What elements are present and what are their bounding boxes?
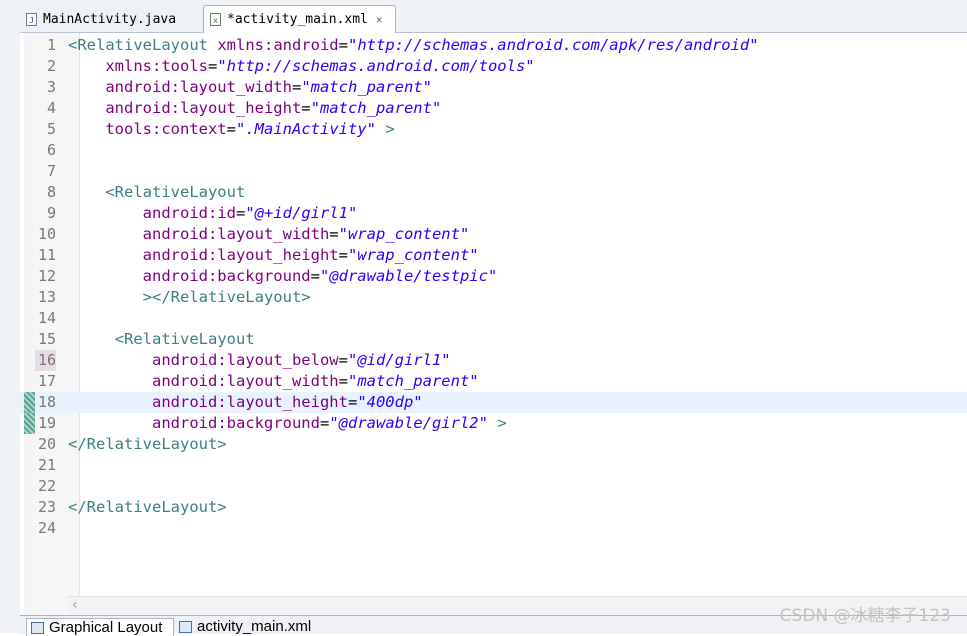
close-icon[interactable]: ✕ bbox=[376, 13, 383, 26]
code-line-9[interactable]: 9 android:id="@+id/girl1" bbox=[20, 203, 967, 224]
code-line-15[interactable]: 15 <RelativeLayout bbox=[20, 329, 967, 350]
xml-file-icon bbox=[179, 621, 192, 633]
code-line-8[interactable]: 8 <RelativeLayout bbox=[20, 182, 967, 203]
tab-mainactivity-java[interactable]: J MainActivity.java bbox=[20, 6, 202, 32]
code-line-23[interactable]: 23 </RelativeLayout> bbox=[20, 497, 967, 518]
tab-label: Graphical Layout bbox=[49, 619, 163, 636]
code-line-10[interactable]: 10 android:layout_width="wrap_content" bbox=[20, 224, 967, 245]
code-line-13[interactable]: 13 ></RelativeLayout> bbox=[20, 287, 967, 308]
tab-xml-source[interactable]: activity_main.xml bbox=[178, 618, 311, 636]
code-line-7[interactable]: 7 bbox=[20, 161, 967, 182]
code-line-18[interactable]: 18 android:layout_height="400dp" bbox=[20, 392, 967, 413]
code-line-20[interactable]: 20 </RelativeLayout> bbox=[20, 434, 967, 455]
code-line-19[interactable]: 19 android:background="@drawable/girl2" … bbox=[20, 413, 967, 434]
code-line-3[interactable]: 3 android:layout_width="match_parent" bbox=[20, 77, 967, 98]
code-line-22[interactable]: 22 bbox=[20, 476, 967, 497]
left-trim bbox=[0, 32, 21, 633]
editor-tab-bar: J MainActivity.java x *activity_main.xml… bbox=[0, 0, 967, 33]
layout-icon bbox=[31, 622, 44, 634]
scroll-left-icon[interactable]: ‹ bbox=[72, 597, 78, 613]
code-line-14[interactable]: 14 bbox=[20, 308, 967, 329]
code-line-21[interactable]: 21 bbox=[20, 455, 967, 476]
java-file-icon: J bbox=[26, 12, 37, 26]
change-marker bbox=[24, 392, 35, 413]
code-line-5[interactable]: 5 tools:context=".MainActivity" > bbox=[20, 119, 967, 140]
code-line-11[interactable]: 11 android:layout_height="wrap_content" bbox=[20, 245, 967, 266]
tab-activity-main-xml[interactable]: x *activity_main.xml ✕ bbox=[203, 5, 396, 33]
tab-label: activity_main.xml bbox=[197, 618, 312, 635]
tab-graphical-layout[interactable]: Graphical Layout bbox=[26, 618, 174, 636]
code-line-6[interactable]: 6 bbox=[20, 140, 967, 161]
xml-file-icon: x bbox=[210, 13, 221, 26]
code-lines: 1 <RelativeLayout xmlns:android="http://s… bbox=[20, 35, 967, 539]
code-line-24[interactable]: 24 bbox=[20, 518, 967, 539]
code-line-4[interactable]: 4 android:layout_height="match_parent" bbox=[20, 98, 967, 119]
tab-label: MainActivity.java bbox=[43, 11, 177, 27]
code-line-1[interactable]: 1 <RelativeLayout xmlns:android="http://s… bbox=[20, 35, 967, 56]
change-marker bbox=[24, 413, 35, 434]
code-line-17[interactable]: 17 android:layout_width="match_parent" bbox=[20, 371, 967, 392]
code-line-12[interactable]: 12 android:background="@drawable/testpic… bbox=[20, 266, 967, 287]
code-line-2[interactable]: 2 xmlns:tools="http://schemas.android.co… bbox=[20, 56, 967, 77]
tab-label: *activity_main.xml bbox=[227, 12, 368, 27]
code-editor[interactable]: 1 <RelativeLayout xmlns:android="http://s… bbox=[20, 33, 967, 615]
watermark: CSDN @冰糖李子123 bbox=[779, 606, 951, 626]
code-line-16[interactable]: 16 android:layout_below="@id/girl1" bbox=[20, 350, 967, 371]
